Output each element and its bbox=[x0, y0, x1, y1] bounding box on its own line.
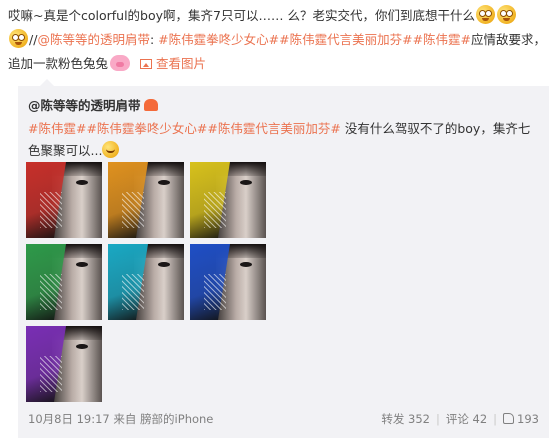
original-text: #陈伟霆##陈伟霆拳咚少女心##陈伟霆代言美丽加芬# 没有什么驾驭不了的boy，… bbox=[28, 118, 538, 162]
repost-button[interactable]: 转发 352 bbox=[381, 410, 430, 428]
post-text-part: 哎嘛~真是个colorful的boy啊，集齐7只可以…… 么？老实交代，你们到底… bbox=[8, 8, 475, 23]
colon: : bbox=[149, 32, 155, 47]
view-image-label: 查看图片 bbox=[156, 56, 207, 71]
repost-label: 转发 bbox=[381, 412, 405, 426]
sweat-smile-emoji-icon bbox=[496, 5, 516, 24]
sweat-smile-emoji-icon bbox=[475, 5, 495, 24]
hashtag-link[interactable]: #陈伟霆# bbox=[413, 32, 471, 47]
hashtag-link[interactable]: #陈伟霆拳咚少女心# bbox=[158, 32, 279, 47]
hashtag-link[interactable]: #陈伟霆代言美丽加芬# bbox=[207, 121, 340, 136]
post-text: 哎嘛~真是个colorful的boy啊，集齐7只可以…… 么？老实交代，你们到底… bbox=[8, 4, 556, 76]
repost-count: 352 bbox=[408, 412, 430, 426]
thumbs-up-icon bbox=[503, 413, 515, 424]
comment-button[interactable]: 评论 42 bbox=[446, 410, 487, 428]
post-actions: 转发 352 | 评论 42 | 193 bbox=[375, 410, 539, 428]
image-thumbnail[interactable] bbox=[26, 162, 102, 238]
original-author-link[interactable]: @陈等等的透明肩带 bbox=[28, 98, 141, 113]
image-thumbnail[interactable] bbox=[190, 244, 266, 320]
image-icon bbox=[140, 59, 152, 69]
post-meta: 10月8日 19:17 来自 膀部的iPhone bbox=[28, 410, 213, 428]
like-count: 193 bbox=[517, 412, 539, 426]
like-button[interactable]: 193 bbox=[503, 410, 539, 428]
mention-link[interactable]: @陈等等的透明肩带 bbox=[37, 32, 150, 47]
hashtag-link[interactable]: #陈伟霆代言美丽加芬# bbox=[279, 32, 412, 47]
view-image-button[interactable]: 查看图片 bbox=[140, 52, 206, 76]
image-thumbnail[interactable] bbox=[108, 244, 184, 320]
divider: | bbox=[436, 412, 440, 426]
source-prefix: 来自 bbox=[113, 412, 137, 426]
repost-box: @陈等等的透明肩带 #陈伟霆##陈伟霆拳咚少女心##陈伟霆代言美丽加芬# 没有什… bbox=[18, 79, 549, 438]
comment-label: 评论 bbox=[445, 412, 469, 426]
image-thumbnail[interactable] bbox=[108, 162, 184, 238]
pink-pig-emoji-icon bbox=[110, 55, 131, 71]
divider: | bbox=[493, 412, 498, 426]
source-device: 膀部的iPhone bbox=[140, 412, 214, 426]
image-thumbnail[interactable] bbox=[26, 326, 102, 402]
hashtag-link[interactable]: #陈伟霆# bbox=[28, 121, 86, 136]
heart-badge-icon bbox=[143, 99, 158, 111]
original-author: @陈等等的透明肩带 bbox=[28, 96, 539, 116]
post-date[interactable]: 10月8日 19:17 bbox=[28, 412, 110, 426]
comment-count: 42 bbox=[472, 412, 488, 426]
image-thumbnail[interactable] bbox=[190, 162, 266, 238]
hashtag-link[interactable]: #陈伟霆拳咚少女心# bbox=[86, 121, 207, 136]
image-thumbnail[interactable] bbox=[26, 244, 102, 320]
sweat-smile-emoji-icon bbox=[9, 29, 28, 48]
smile-emoji-icon bbox=[102, 141, 120, 158]
post-footer: 10月8日 19:17 来自 膀部的iPhone 转发 352 | 评论 42 | 19… bbox=[28, 410, 539, 428]
